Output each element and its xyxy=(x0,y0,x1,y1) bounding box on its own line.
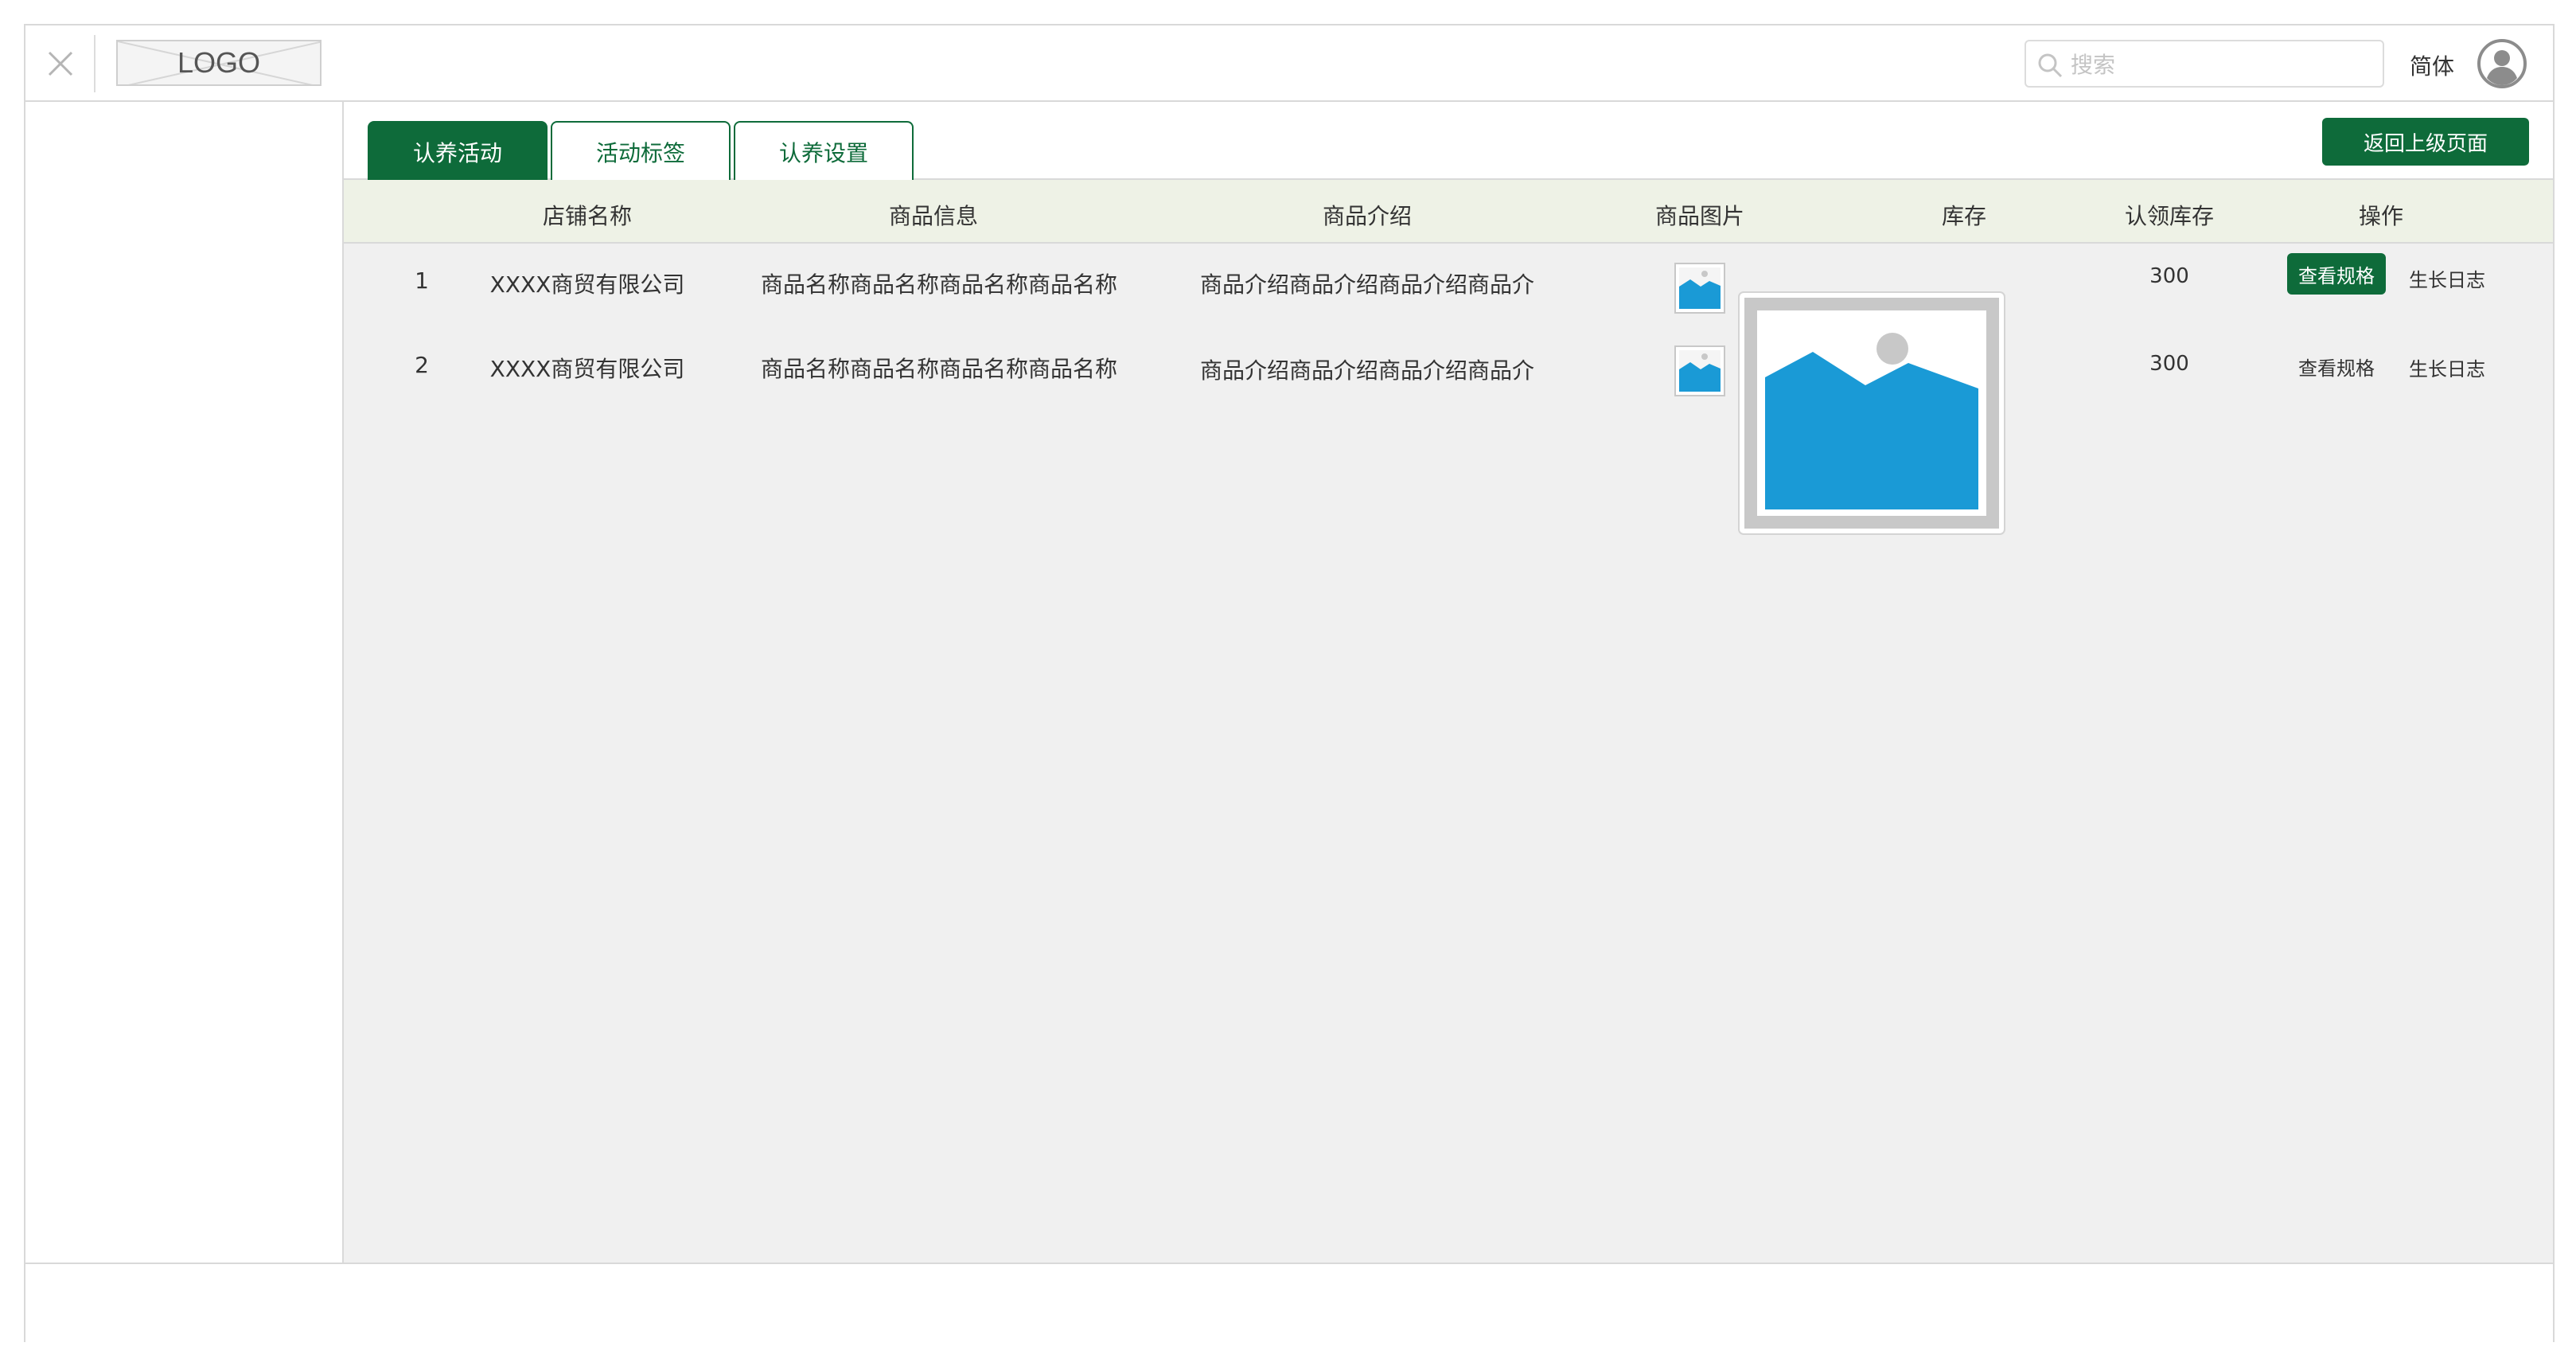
logo: LOGO xyxy=(116,40,322,86)
product-info: 商品名称商品名称商品名称商品名称 xyxy=(760,271,1118,298)
column-header-shop: 店铺名称 xyxy=(542,203,633,229)
view-spec-button[interactable]: 查看规格 xyxy=(2287,253,2386,295)
search-box[interactable] xyxy=(2025,40,2384,88)
divider xyxy=(94,35,95,92)
app-window: LOGO 简体 认养活动 活动标签 认养设置 返回上级页面 店铺名称 商品信息 xyxy=(24,24,2555,1342)
claimed-stock-value: 300 xyxy=(2149,352,2189,376)
claimed-stock-value: 300 xyxy=(2149,264,2189,288)
column-header-product-info: 商品信息 xyxy=(888,203,979,229)
sidebar xyxy=(25,102,344,1263)
column-header-product-intro: 商品介绍 xyxy=(1322,203,1413,229)
shop-name: XXXX商贸有限公司 xyxy=(489,271,685,298)
search-input[interactable] xyxy=(2069,48,2375,81)
product-info: 商品名称商品名称商品名称商品名称 xyxy=(760,356,1118,382)
column-header-actions: 操作 xyxy=(2358,203,2404,229)
language-switch[interactable]: 简体 xyxy=(2410,49,2454,81)
product-intro: 商品介绍商品介绍商品介绍商品介 xyxy=(1199,357,1535,384)
growth-log-link[interactable]: 生长日志 xyxy=(2409,264,2485,292)
image-preview-icon xyxy=(1738,291,2005,535)
table-header: 店铺名称 商品信息 商品介绍 商品图片 库存 认领库存 操作 xyxy=(344,180,2553,244)
footer xyxy=(25,1263,2553,1342)
product-thumbnail-icon[interactable] xyxy=(1674,263,1725,314)
view-spec-button[interactable]: 查看规格 xyxy=(2287,345,2386,387)
tab-adoption-activity[interactable]: 认养活动 xyxy=(368,121,548,181)
main-content: 认养活动 活动标签 认养设置 返回上级页面 店铺名称 商品信息 商品介绍 商品图… xyxy=(344,102,2553,1263)
column-header-product-image: 商品图片 xyxy=(1654,203,1745,229)
shop-name: XXXX商贸有限公司 xyxy=(489,356,685,382)
row-index: 1 xyxy=(415,267,429,294)
tab-adoption-settings[interactable]: 认养设置 xyxy=(734,121,914,181)
logo-text: LOGO xyxy=(177,46,261,79)
growth-log-link[interactable]: 生长日志 xyxy=(2409,353,2485,381)
table-row: 2 XXXX商贸有限公司 商品名称商品名称商品名称商品名称 商品介绍商品介绍商品… xyxy=(344,331,2553,411)
close-icon[interactable] xyxy=(45,48,76,80)
product-thumbnail-icon[interactable] xyxy=(1674,345,1725,396)
column-header-stock: 库存 xyxy=(1941,203,1987,229)
row-index: 2 xyxy=(415,352,429,378)
tab-activity-tags[interactable]: 活动标签 xyxy=(551,121,731,181)
table-row: 1 XXXX商贸有限公司 商品名称商品名称商品名称商品名称 商品介绍商品介绍商品… xyxy=(344,244,2553,323)
top-bar: LOGO 简体 xyxy=(25,25,2553,102)
avatar-icon[interactable] xyxy=(2477,38,2527,89)
tab-bar: 认养活动 活动标签 认养设置 返回上级页面 xyxy=(344,102,2553,181)
back-button[interactable]: 返回上级页面 xyxy=(2322,118,2529,166)
product-intro: 商品介绍商品介绍商品介绍商品介 xyxy=(1199,271,1535,298)
column-header-claimed-stock: 认领库存 xyxy=(2124,203,2215,229)
search-icon xyxy=(2038,53,2063,78)
